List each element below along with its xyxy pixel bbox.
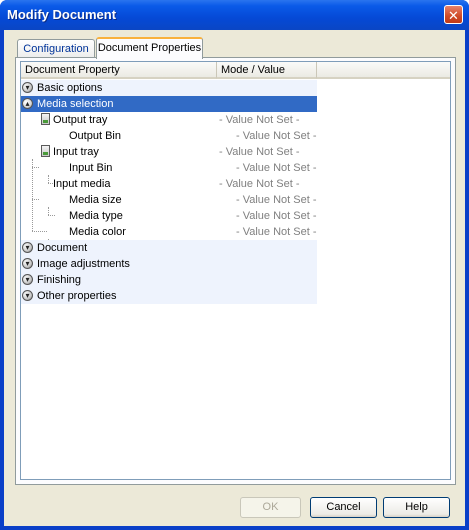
title-bar[interactable]: Modify Document ✕	[0, 0, 469, 30]
tree-row-other-properties[interactable]: ▾ Other properties	[21, 288, 317, 304]
tree-row-finishing[interactable]: ▾ Finishing	[21, 272, 317, 288]
expand-icon[interactable]: ▾	[22, 242, 33, 253]
row-value[interactable]: - Value Not Set -	[236, 128, 317, 144]
tree-row-document[interactable]: ▾ Document	[21, 240, 317, 256]
collapse-icon[interactable]: ▴	[22, 98, 33, 109]
row-label: Input tray	[53, 146, 99, 158]
expand-icon[interactable]: ▾	[22, 82, 33, 93]
window-title: Modify Document	[7, 7, 117, 22]
expand-icon[interactable]: ▾	[22, 290, 33, 301]
paper-tray-icon	[41, 145, 50, 157]
tree-row-input-media[interactable]: Input media - Value Not Set -	[21, 176, 317, 192]
dialog-body: Configuration Document Properties Docume…	[4, 30, 465, 526]
property-tree[interactable]: Document Property Mode / Value ▾ Basic o…	[20, 61, 451, 480]
tree-row-media-size[interactable]: Media size - Value Not Set -	[21, 192, 317, 208]
ok-button[interactable]: OK	[240, 497, 301, 518]
tree-row-input-bin[interactable]: Input Bin - Value Not Set -	[21, 160, 317, 176]
row-label: Image adjustments	[37, 258, 130, 270]
tree-row-image-adjustments[interactable]: ▾ Image adjustments	[21, 256, 317, 272]
tree-row-basic-options[interactable]: ▾ Basic options	[21, 80, 317, 96]
column-header-value[interactable]: Mode / Value	[217, 62, 317, 79]
row-value[interactable]: - Value Not Set -	[219, 112, 300, 128]
column-header-property[interactable]: Document Property	[21, 62, 217, 79]
tab-configuration[interactable]: Configuration	[17, 39, 95, 58]
tree-row-media-type[interactable]: Media type - Value Not Set -	[21, 208, 317, 224]
row-label: Media size	[69, 194, 122, 206]
row-label: Input Bin	[69, 162, 113, 174]
row-label: Media color	[69, 226, 126, 238]
row-value[interactable]: - Value Not Set -	[236, 224, 317, 240]
tree-row-output-tray[interactable]: Output tray - Value Not Set -	[21, 112, 317, 128]
row-value[interactable]: - Value Not Set -	[236, 192, 317, 208]
column-header-filler	[317, 62, 450, 79]
modify-document-window: Modify Document ✕ Configuration Document…	[0, 0, 469, 530]
expand-icon[interactable]: ▾	[22, 274, 33, 285]
row-label: Media type	[69, 210, 123, 222]
help-button[interactable]: Help	[383, 497, 450, 518]
row-label: Other properties	[37, 290, 117, 302]
tree-row-media-selection[interactable]: ▴ Media selection	[21, 96, 317, 112]
tab-document-properties[interactable]: Document Properties	[96, 37, 203, 59]
row-label: Finishing	[37, 274, 82, 286]
paper-tray-icon	[41, 113, 50, 125]
tab-panel: Document Property Mode / Value ▾ Basic o…	[15, 57, 456, 485]
row-value[interactable]: - Value Not Set -	[236, 160, 317, 176]
row-value[interactable]: - Value Not Set -	[219, 144, 300, 160]
row-label: Output Bin	[69, 130, 121, 142]
cancel-button[interactable]: Cancel	[310, 497, 377, 518]
row-label: Media selection	[37, 98, 114, 110]
row-label: Document	[37, 242, 88, 254]
row-label: Basic options	[37, 82, 103, 94]
row-value[interactable]: - Value Not Set -	[219, 176, 300, 192]
tree-row-input-tray[interactable]: Input tray - Value Not Set -	[21, 144, 317, 160]
row-value[interactable]: - Value Not Set -	[236, 208, 317, 224]
tree-row-output-bin[interactable]: Output Bin - Value Not Set -	[21, 128, 317, 144]
row-label: Output tray	[53, 114, 108, 126]
row-label: Input media	[53, 178, 111, 190]
tree-row-media-color[interactable]: Media color - Value Not Set -	[21, 224, 317, 240]
expand-icon[interactable]: ▾	[22, 258, 33, 269]
close-button[interactable]: ✕	[444, 5, 463, 24]
